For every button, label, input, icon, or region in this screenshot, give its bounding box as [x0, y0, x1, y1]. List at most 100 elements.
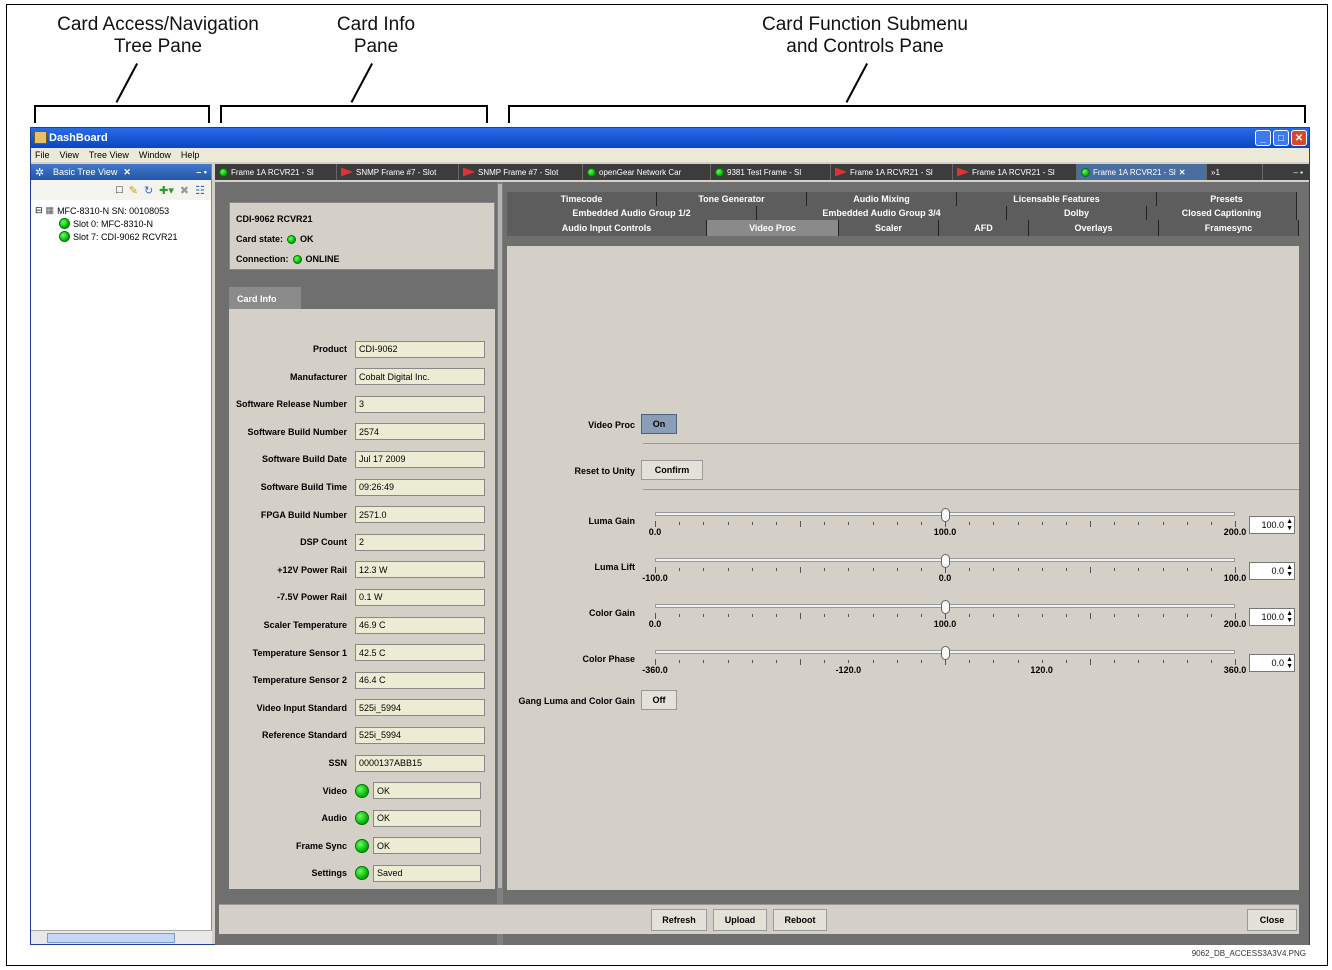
- add-icon[interactable]: ✚▾: [159, 184, 174, 197]
- doc-tab-6[interactable]: Frame 1A RCVR21 - Sl: [831, 164, 953, 180]
- divider: [643, 489, 1299, 490]
- tree-horizontal-scrollbar[interactable]: [31, 930, 212, 944]
- slider-tick: [1114, 522, 1116, 525]
- refresh-icon[interactable]: ↻: [144, 184, 153, 197]
- menu-help[interactable]: Help: [181, 150, 200, 160]
- doc-tab-4[interactable]: openGear Network Car: [583, 164, 711, 180]
- doc-tab-2[interactable]: SNMP Frame #7 - Slot: [337, 164, 459, 180]
- tab-audio-input-controls[interactable]: Audio Input Controls: [507, 220, 707, 236]
- card-info-row: Temperature Sensor 1 42.5 C: [229, 644, 495, 662]
- tab-tone-generator[interactable]: Tone Generator: [657, 192, 807, 206]
- tab-card-info[interactable]: Card Info: [229, 287, 301, 309]
- close-tab-icon[interactable]: ✕: [1179, 168, 1186, 177]
- tab-framesync[interactable]: Framesync: [1159, 220, 1299, 236]
- spinner-arrows-icon[interactable]: ▲ ▼: [1286, 656, 1293, 670]
- spinner-arrows-icon[interactable]: ▲ ▼: [1286, 610, 1293, 624]
- tab-timecode[interactable]: Timecode: [507, 192, 657, 206]
- confirm-button[interactable]: Confirm: [641, 460, 703, 480]
- reset-to-unity-label: Reset to Unity: [574, 466, 635, 476]
- card-info-row: Audio OK: [229, 809, 495, 827]
- doc-tab-5-label: 9381 Test Frame - Sl: [727, 167, 802, 177]
- callout-nav-tree-text: Card Access/Navigation Tree Pane: [57, 14, 259, 57]
- tab-audio-mixing[interactable]: Audio Mixing: [807, 192, 957, 206]
- value-spinner[interactable]: 100.0 ▲ ▼: [1249, 516, 1295, 534]
- status-led-icon: [59, 231, 70, 242]
- doc-tab-8[interactable]: Frame 1A RCVR21 - Sl ✕: [1077, 164, 1207, 180]
- slider-thumb[interactable]: [941, 554, 950, 568]
- slider-thumb[interactable]: [941, 508, 950, 522]
- slider-tick: [969, 522, 971, 525]
- close-tab-icon[interactable]: ✕: [123, 167, 131, 178]
- slider-tick: [679, 614, 681, 617]
- slider-label: Color Phase: [582, 654, 635, 664]
- doc-tab-3[interactable]: SNMP Frame #7 - Slot: [459, 164, 583, 180]
- minimize-button[interactable]: _: [1255, 130, 1271, 146]
- tree-layout-icon[interactable]: ☷: [195, 184, 205, 197]
- value-spinner[interactable]: 0.0 ▲ ▼: [1249, 562, 1295, 580]
- spinner-arrows-icon[interactable]: ▲ ▼: [1286, 518, 1293, 532]
- doc-tabs-overflow[interactable]: »1: [1207, 164, 1263, 180]
- minimize-pane-icon[interactable]: – ▪: [196, 167, 207, 177]
- slider[interactable]: 0.0 100.0 200.0: [649, 508, 1246, 537]
- tab-dolby[interactable]: Dolby: [1007, 206, 1147, 220]
- tab-overlays[interactable]: Overlays: [1029, 220, 1159, 236]
- tab-afd[interactable]: AFD: [939, 220, 1029, 236]
- slider-tick-label: 0.0: [938, 573, 952, 583]
- menu-window[interactable]: Window: [139, 150, 171, 160]
- slider[interactable]: 0.0 100.0 200.0: [649, 600, 1246, 629]
- tab-embedded-audio-1-2[interactable]: Embedded Audio Group 1/2: [507, 206, 757, 220]
- value-spinner[interactable]: 100.0 ▲ ▼: [1249, 608, 1295, 626]
- slider-tick: [775, 522, 777, 525]
- slider-thumb[interactable]: [941, 646, 950, 660]
- field-value: Cobalt Digital Inc.: [355, 368, 485, 386]
- tree-node-slot-7[interactable]: Slot 7: CDI-9062 RCVR21: [35, 230, 207, 243]
- tree-node-slot-0[interactable]: Slot 0: MFC-8310-N: [35, 217, 207, 230]
- slider-tick: [993, 660, 995, 663]
- tab-closed-captioning[interactable]: Closed Captioning: [1147, 206, 1297, 220]
- field-label: Temperature Sensor 1: [252, 647, 347, 658]
- tab-scaler[interactable]: Scaler: [839, 220, 939, 236]
- field-value: 0000137ABB15: [355, 754, 485, 772]
- tree-node-frame[interactable]: ⊟ ▦ MFC-8310-N SN: 00108053: [35, 204, 207, 217]
- video-proc-toggle[interactable]: On: [641, 414, 677, 434]
- slider[interactable]: -360.0 -120.0 120.0 360.0: [642, 646, 1246, 675]
- tree-view-tab[interactable]: ✲ Basic Tree View ✕ – ▪: [31, 164, 211, 180]
- tab-embedded-audio-3-4[interactable]: Embedded Audio Group 3/4: [757, 206, 1007, 220]
- menu-view[interactable]: View: [60, 150, 79, 160]
- remove-icon[interactable]: ✖: [180, 184, 189, 197]
- close-button[interactable]: Close: [1247, 909, 1297, 931]
- slider-thumb[interactable]: [941, 600, 950, 614]
- edit-icon[interactable]: ✎: [129, 184, 138, 197]
- field-value: 2574: [355, 423, 485, 441]
- pane-controls[interactable]: – ▪: [1263, 164, 1307, 180]
- collapse-icon[interactable]: ⊟: [35, 205, 43, 216]
- doc-tab-7[interactable]: Frame 1A RCVR21 - Sl: [953, 164, 1077, 180]
- upload-button[interactable]: Upload: [713, 909, 767, 931]
- value-spinner[interactable]: 0.0 ▲ ▼: [1249, 654, 1295, 672]
- gang-toggle[interactable]: Off: [641, 690, 677, 710]
- new-icon[interactable]: □: [116, 184, 123, 196]
- menu-tree-view[interactable]: Tree View: [89, 150, 129, 160]
- doc-tab-5[interactable]: 9381 Test Frame - Sl: [711, 164, 831, 180]
- maximize-button[interactable]: □: [1273, 130, 1289, 146]
- tab-video-proc[interactable]: Video Proc: [707, 220, 839, 236]
- connection-label: Connection:: [236, 254, 289, 264]
- menu-file[interactable]: File: [35, 150, 50, 160]
- splitter-grip[interactable]: [498, 184, 502, 888]
- slider-tick: [1186, 614, 1188, 617]
- scrollbar-thumb[interactable]: [47, 933, 175, 943]
- field-label: Software Build Number: [247, 426, 347, 437]
- slider[interactable]: -100.0 0.0 100.0: [642, 554, 1246, 583]
- card-status-box: CDI-9062 RCVR21 Card state: OK Connection…: [229, 202, 495, 270]
- refresh-button[interactable]: Refresh: [651, 909, 707, 931]
- slider-tick: [1090, 613, 1091, 619]
- slider-tick: [969, 568, 971, 571]
- tab-presets[interactable]: Presets: [1157, 192, 1297, 206]
- slider-tick: [1138, 568, 1140, 571]
- tab-licensable-features[interactable]: Licensable Features: [957, 192, 1157, 206]
- close-window-button[interactable]: ✕: [1291, 130, 1307, 146]
- doc-tab-1[interactable]: Frame 1A RCVR21 - Sl: [215, 164, 337, 180]
- reboot-button[interactable]: Reboot: [773, 909, 827, 931]
- spinner-arrows-icon[interactable]: ▲ ▼: [1286, 564, 1293, 578]
- slider-tick-label: 200.0: [1223, 527, 1247, 537]
